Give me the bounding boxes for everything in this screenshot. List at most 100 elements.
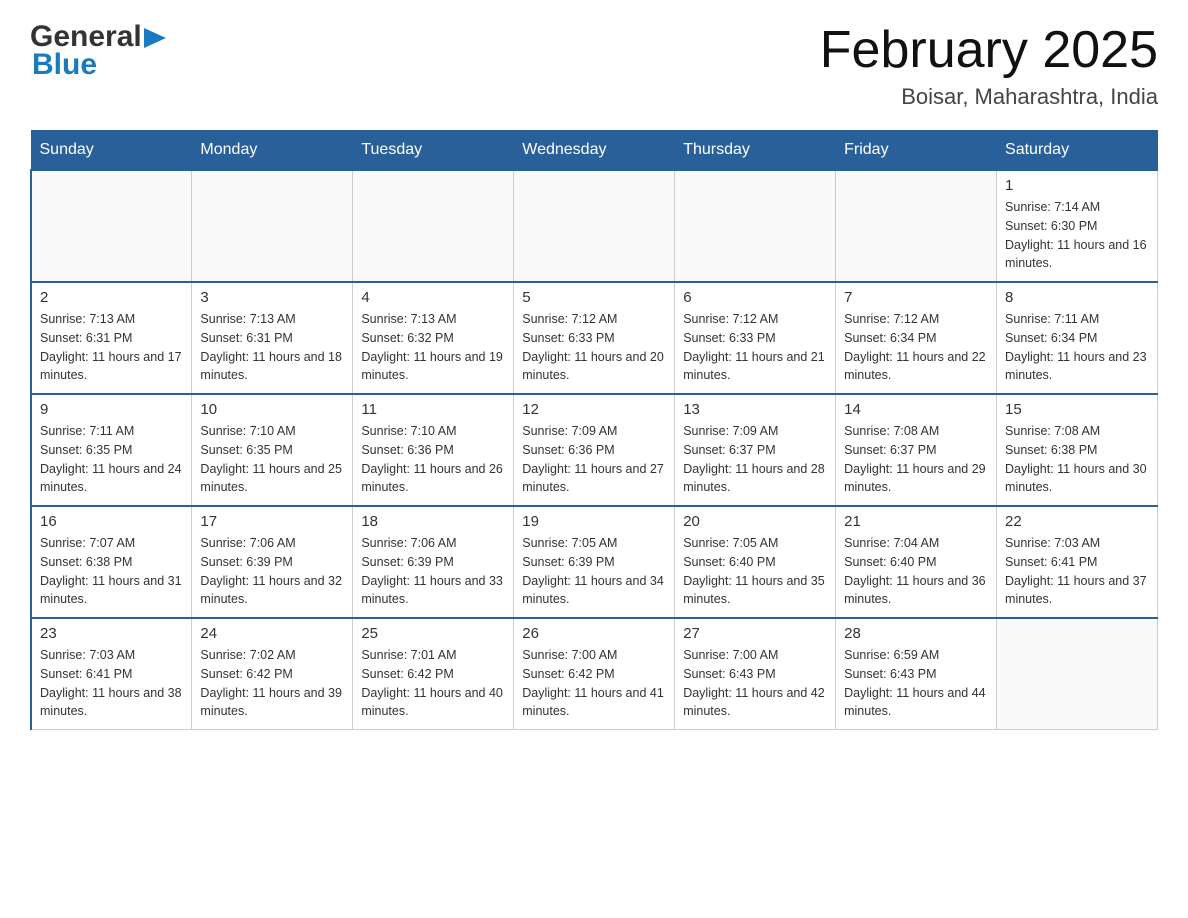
calendar-week-row: 1 Sunrise: 7:14 AMSunset: 6:30 PMDaylight… [31, 170, 1158, 282]
day-number: 7 [844, 289, 988, 306]
calendar-day-cell: 18 Sunrise: 7:06 AMSunset: 6:39 PMDayligh… [353, 506, 514, 618]
day-info: Sunrise: 7:03 AMSunset: 6:41 PMDaylight:… [40, 646, 183, 721]
logo-arrow-icon [144, 28, 166, 48]
day-number: 28 [844, 625, 988, 642]
day-info: Sunrise: 7:00 AMSunset: 6:43 PMDaylight:… [683, 646, 827, 721]
day-of-week-header: Friday [836, 131, 997, 171]
calendar-header-row: SundayMondayTuesdayWednesdayThursdayFrid… [31, 131, 1158, 171]
day-info: Sunrise: 7:05 AMSunset: 6:39 PMDaylight:… [522, 534, 666, 609]
day-number: 25 [361, 625, 505, 642]
day-info: Sunrise: 6:59 AMSunset: 6:43 PMDaylight:… [844, 646, 988, 721]
day-info: Sunrise: 7:08 AMSunset: 6:37 PMDaylight:… [844, 422, 988, 497]
calendar-day-cell: 16 Sunrise: 7:07 AMSunset: 6:38 PMDayligh… [31, 506, 192, 618]
calendar-day-cell: 19 Sunrise: 7:05 AMSunset: 6:39 PMDayligh… [514, 506, 675, 618]
calendar-day-cell: 1 Sunrise: 7:14 AMSunset: 6:30 PMDaylight… [997, 170, 1158, 282]
day-number: 10 [200, 401, 344, 418]
page-header: General Blue February 2025 Boisar, Mahar… [30, 20, 1158, 110]
day-number: 18 [361, 513, 505, 530]
day-info: Sunrise: 7:13 AMSunset: 6:31 PMDaylight:… [200, 310, 344, 385]
calendar-week-row: 9 Sunrise: 7:11 AMSunset: 6:35 PMDaylight… [31, 394, 1158, 506]
calendar-day-cell: 4Sunrise: 7:13 AMSunset: 6:32 PMDaylight… [353, 282, 514, 394]
logo: General Blue [30, 20, 166, 82]
logo-blue: Blue [32, 48, 166, 82]
day-of-week-header: Monday [192, 131, 353, 171]
calendar-day-cell: 12 Sunrise: 7:09 AMSunset: 6:36 PMDayligh… [514, 394, 675, 506]
day-info: Sunrise: 7:02 AMSunset: 6:42 PMDaylight:… [200, 646, 344, 721]
calendar-week-row: 2 Sunrise: 7:13 AMSunset: 6:31 PMDaylight… [31, 282, 1158, 394]
day-info: Sunrise: 7:00 AMSunset: 6:42 PMDaylight:… [522, 646, 666, 721]
day-number: 13 [683, 401, 827, 418]
day-info: Sunrise: 7:04 AMSunset: 6:40 PMDaylight:… [844, 534, 988, 609]
calendar-week-row: 23Sunrise: 7:03 AMSunset: 6:41 PMDayligh… [31, 618, 1158, 730]
day-number: 11 [361, 401, 505, 418]
day-info: Sunrise: 7:12 AMSunset: 6:33 PMDaylight:… [522, 310, 666, 385]
day-info: Sunrise: 7:09 AMSunset: 6:37 PMDaylight:… [683, 422, 827, 497]
day-number: 22 [1005, 513, 1149, 530]
calendar-day-cell: 13 Sunrise: 7:09 AMSunset: 6:37 PMDayligh… [675, 394, 836, 506]
calendar-day-cell [353, 170, 514, 282]
day-number: 19 [522, 513, 666, 530]
day-info: Sunrise: 7:10 AMSunset: 6:35 PMDaylight:… [200, 422, 344, 497]
day-info: Sunrise: 7:03 AMSunset: 6:41 PMDaylight:… [1005, 534, 1149, 609]
day-number: 3 [200, 289, 344, 306]
calendar-day-cell: 22 Sunrise: 7:03 AMSunset: 6:41 PMDayligh… [997, 506, 1158, 618]
day-info: Sunrise: 7:05 AMSunset: 6:40 PMDaylight:… [683, 534, 827, 609]
day-of-week-header: Saturday [997, 131, 1158, 171]
calendar-day-cell [31, 170, 192, 282]
title-block: February 2025 Boisar, Maharashtra, India [820, 20, 1158, 110]
calendar-day-cell: 23Sunrise: 7:03 AMSunset: 6:41 PMDayligh… [31, 618, 192, 730]
day-number: 16 [40, 513, 183, 530]
calendar-day-cell: 10 Sunrise: 7:10 AMSunset: 6:35 PMDayligh… [192, 394, 353, 506]
calendar-table: SundayMondayTuesdayWednesdayThursdayFrid… [30, 130, 1158, 730]
day-info: Sunrise: 7:14 AMSunset: 6:30 PMDaylight:… [1005, 198, 1149, 273]
calendar-day-cell: 20 Sunrise: 7:05 AMSunset: 6:40 PMDayligh… [675, 506, 836, 618]
day-number: 15 [1005, 401, 1149, 418]
day-number: 12 [522, 401, 666, 418]
calendar-day-cell [514, 170, 675, 282]
day-info: Sunrise: 7:01 AMSunset: 6:42 PMDaylight:… [361, 646, 505, 721]
calendar-day-cell: 28 Sunrise: 6:59 AMSunset: 6:43 PMDayligh… [836, 618, 997, 730]
calendar-day-cell [997, 618, 1158, 730]
day-number: 2 [40, 289, 183, 306]
day-info: Sunrise: 7:08 AMSunset: 6:38 PMDaylight:… [1005, 422, 1149, 497]
calendar-day-cell: 2 Sunrise: 7:13 AMSunset: 6:31 PMDaylight… [31, 282, 192, 394]
calendar-day-cell: 26 Sunrise: 7:00 AMSunset: 6:42 PMDayligh… [514, 618, 675, 730]
day-info: Sunrise: 7:12 AMSunset: 6:34 PMDaylight:… [844, 310, 988, 385]
calendar-day-cell: 25 Sunrise: 7:01 AMSunset: 6:42 PMDayligh… [353, 618, 514, 730]
day-info: Sunrise: 7:10 AMSunset: 6:36 PMDaylight:… [361, 422, 505, 497]
day-of-week-header: Wednesday [514, 131, 675, 171]
calendar-day-cell [836, 170, 997, 282]
day-number: 20 [683, 513, 827, 530]
day-info: Sunrise: 7:12 AMSunset: 6:33 PMDaylight:… [683, 310, 827, 385]
day-number: 1 [1005, 177, 1149, 194]
calendar-day-cell [675, 170, 836, 282]
calendar-day-cell: 14Sunrise: 7:08 AMSunset: 6:37 PMDayligh… [836, 394, 997, 506]
calendar-day-cell: 8Sunrise: 7:11 AMSunset: 6:34 PMDaylight… [997, 282, 1158, 394]
day-info: Sunrise: 7:13 AMSunset: 6:31 PMDaylight:… [40, 310, 183, 385]
calendar-day-cell: 9 Sunrise: 7:11 AMSunset: 6:35 PMDaylight… [31, 394, 192, 506]
day-of-week-header: Sunday [31, 131, 192, 171]
calendar-day-cell: 21Sunrise: 7:04 AMSunset: 6:40 PMDayligh… [836, 506, 997, 618]
location-subtitle: Boisar, Maharashtra, India [820, 84, 1158, 110]
calendar-day-cell: 24Sunrise: 7:02 AMSunset: 6:42 PMDayligh… [192, 618, 353, 730]
day-info: Sunrise: 7:07 AMSunset: 6:38 PMDaylight:… [40, 534, 183, 609]
calendar-day-cell: 6 Sunrise: 7:12 AMSunset: 6:33 PMDaylight… [675, 282, 836, 394]
calendar-day-cell: 27 Sunrise: 7:00 AMSunset: 6:43 PMDayligh… [675, 618, 836, 730]
calendar-day-cell: 7 Sunrise: 7:12 AMSunset: 6:34 PMDaylight… [836, 282, 997, 394]
month-year-title: February 2025 [820, 20, 1158, 80]
day-of-week-header: Tuesday [353, 131, 514, 171]
day-number: 9 [40, 401, 183, 418]
day-number: 26 [522, 625, 666, 642]
day-number: 6 [683, 289, 827, 306]
day-number: 27 [683, 625, 827, 642]
calendar-week-row: 16 Sunrise: 7:07 AMSunset: 6:38 PMDayligh… [31, 506, 1158, 618]
day-number: 4 [361, 289, 505, 306]
day-info: Sunrise: 7:11 AMSunset: 6:35 PMDaylight:… [40, 422, 183, 497]
calendar-day-cell [192, 170, 353, 282]
day-info: Sunrise: 7:09 AMSunset: 6:36 PMDaylight:… [522, 422, 666, 497]
day-number: 5 [522, 289, 666, 306]
day-info: Sunrise: 7:06 AMSunset: 6:39 PMDaylight:… [200, 534, 344, 609]
day-number: 17 [200, 513, 344, 530]
day-info: Sunrise: 7:06 AMSunset: 6:39 PMDaylight:… [361, 534, 505, 609]
calendar-day-cell: 5 Sunrise: 7:12 AMSunset: 6:33 PMDaylight… [514, 282, 675, 394]
